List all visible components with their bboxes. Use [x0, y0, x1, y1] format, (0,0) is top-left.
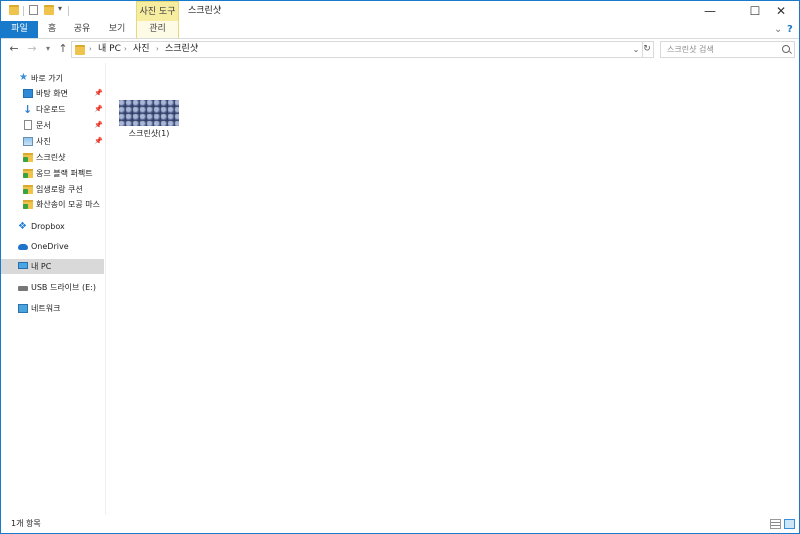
forward-button[interactable]: → [25, 41, 39, 57]
nav-item-screenshots[interactable]: 스크린샷 [1, 150, 104, 165]
context-tab-group-label: 사진 도구 [136, 1, 179, 21]
title-bar: ▾ 사진 도구 스크린샷 — ☐ ✕ [1, 1, 799, 21]
nav-item-label: 바탕 화면 [36, 89, 68, 98]
nav-item-label: 문서 [36, 121, 51, 130]
explorer-window: ▾ 사진 도구 스크린샷 — ☐ ✕ 파일 홈 공유 보기 관리 ⌄ ? ← →… [0, 0, 800, 534]
address-row: ← → ▾ ↑ › 내 PC › 사진 › 스크린샷 ⌄ ↻ [1, 39, 799, 59]
window-title: 스크린샷 [188, 6, 222, 16]
nav-item-documents[interactable]: 문서 📌 [1, 118, 104, 133]
ribbon-tabs: 파일 홈 공유 보기 관리 ⌄ ? [1, 21, 799, 39]
recent-locations-icon[interactable]: ▾ [41, 41, 55, 57]
document-icon [24, 120, 32, 130]
properties-icon[interactable] [29, 5, 38, 15]
file-list: 스크린샷(1) [106, 63, 799, 515]
refresh-button[interactable]: ↻ [641, 41, 654, 58]
nav-item-network[interactable]: 네트워크 [1, 301, 104, 316]
nav-item-usb-drive[interactable]: USB 드라이브 (E:) [1, 280, 104, 295]
navigation-pane: ★ 바로 가기 바탕 화면 📌 ↓ 다운로드 📌 문서 📌 사진 📌 스크린샷 [1, 63, 106, 515]
network-icon [18, 304, 28, 313]
up-button[interactable]: ↑ [56, 41, 70, 57]
breadcrumb-this-pc[interactable]: 내 PC [98, 42, 121, 57]
large-icons-view-button[interactable] [784, 519, 795, 529]
nav-item-label: OneDrive [31, 242, 69, 251]
new-folder-icon[interactable] [44, 5, 54, 17]
pin-icon: 📌 [94, 105, 103, 113]
breadcrumb-separator[interactable]: › [156, 42, 159, 57]
computer-icon [18, 262, 28, 269]
nav-item-quick-access[interactable]: ★ 바로 가기 [1, 71, 104, 86]
pin-icon: 📌 [94, 121, 103, 129]
expand-ribbon-icon[interactable]: ⌄ [774, 21, 782, 38]
search-input[interactable] [667, 42, 777, 57]
nav-item-label: 임생로랑 쿠션 [36, 185, 83, 194]
nav-item-desktop[interactable]: 바탕 화면 📌 [1, 86, 104, 101]
folder-icon [23, 169, 33, 178]
tab-manage[interactable]: 관리 [136, 21, 179, 38]
folder-icon [23, 200, 33, 209]
desktop-icon [23, 89, 33, 98]
nav-item-folder[interactable]: 옹므 블랙 퍼펙트 [1, 166, 104, 181]
nav-item-dropbox[interactable]: ❖ Dropbox [1, 219, 104, 234]
nav-item-label: USB 드라이브 (E:) [31, 283, 96, 292]
address-bar[interactable]: › 내 PC › 사진 › 스크린샷 ⌄ [71, 41, 643, 58]
pin-icon: 📌 [94, 89, 103, 97]
nav-item-label: 사진 [36, 137, 51, 146]
folder-icon [75, 45, 85, 58]
tab-view[interactable]: 보기 [104, 21, 130, 38]
quick-access-dropdown-icon[interactable]: ▾ [58, 4, 62, 16]
nav-item-pictures[interactable]: 사진 📌 [1, 134, 104, 149]
pin-icon: 📌 [94, 137, 103, 145]
folder-icon [23, 185, 33, 194]
file-item[interactable]: 스크린샷(1) [119, 100, 179, 142]
usb-drive-icon [18, 286, 28, 291]
tab-file[interactable]: 파일 [1, 21, 38, 38]
divider [68, 6, 69, 16]
nav-item-label: 네트워크 [31, 304, 61, 313]
close-button[interactable]: ✕ [763, 1, 799, 21]
onedrive-icon [18, 244, 28, 250]
back-button[interactable]: ← [7, 41, 21, 57]
breadcrumb-pictures[interactable]: 사진 [133, 42, 150, 57]
nav-item-label: Dropbox [31, 222, 65, 231]
nav-item-folder[interactable]: 임생로랑 쿠션 [1, 182, 104, 197]
search-box[interactable] [660, 41, 795, 58]
nav-item-label: 바로 가기 [31, 74, 63, 83]
folder-icon [9, 5, 19, 17]
file-thumbnail[interactable] [119, 100, 179, 126]
details-view-button[interactable] [770, 519, 781, 529]
star-icon: ★ [19, 72, 28, 83]
nav-item-onedrive[interactable]: OneDrive [1, 239, 104, 254]
nav-item-folder[interactable]: 화산송이 모공 마스 [1, 197, 104, 212]
file-name[interactable]: 스크린샷(1) [119, 128, 179, 139]
nav-item-label: 다운로드 [36, 105, 66, 114]
nav-item-label: 스크린샷 [36, 153, 66, 162]
nav-item-label: 내 PC [31, 262, 52, 271]
pictures-icon [23, 137, 33, 146]
nav-item-this-pc[interactable]: 내 PC [1, 259, 104, 274]
download-icon: ↓ [23, 103, 33, 116]
breadcrumb-separator[interactable]: › [124, 42, 127, 57]
nav-item-label: 화산송이 모공 마스 [36, 200, 100, 209]
status-bar: 1개 항목 [1, 515, 799, 533]
minimize-button[interactable]: — [692, 1, 728, 21]
item-count: 1개 항목 [11, 519, 41, 528]
divider [23, 6, 24, 16]
nav-item-downloads[interactable]: ↓ 다운로드 📌 [1, 102, 104, 117]
folder-icon [23, 153, 33, 162]
tab-share[interactable]: 공유 [69, 21, 95, 38]
dropbox-icon: ❖ [18, 221, 27, 232]
breadcrumb-screenshots[interactable]: 스크린샷 [165, 42, 198, 57]
help-icon[interactable]: ? [787, 21, 793, 38]
breadcrumb-separator[interactable]: › [89, 42, 92, 57]
nav-item-label: 옹므 블랙 퍼펙트 [36, 169, 93, 178]
search-icon [782, 45, 790, 53]
tab-home[interactable]: 홈 [41, 21, 63, 38]
